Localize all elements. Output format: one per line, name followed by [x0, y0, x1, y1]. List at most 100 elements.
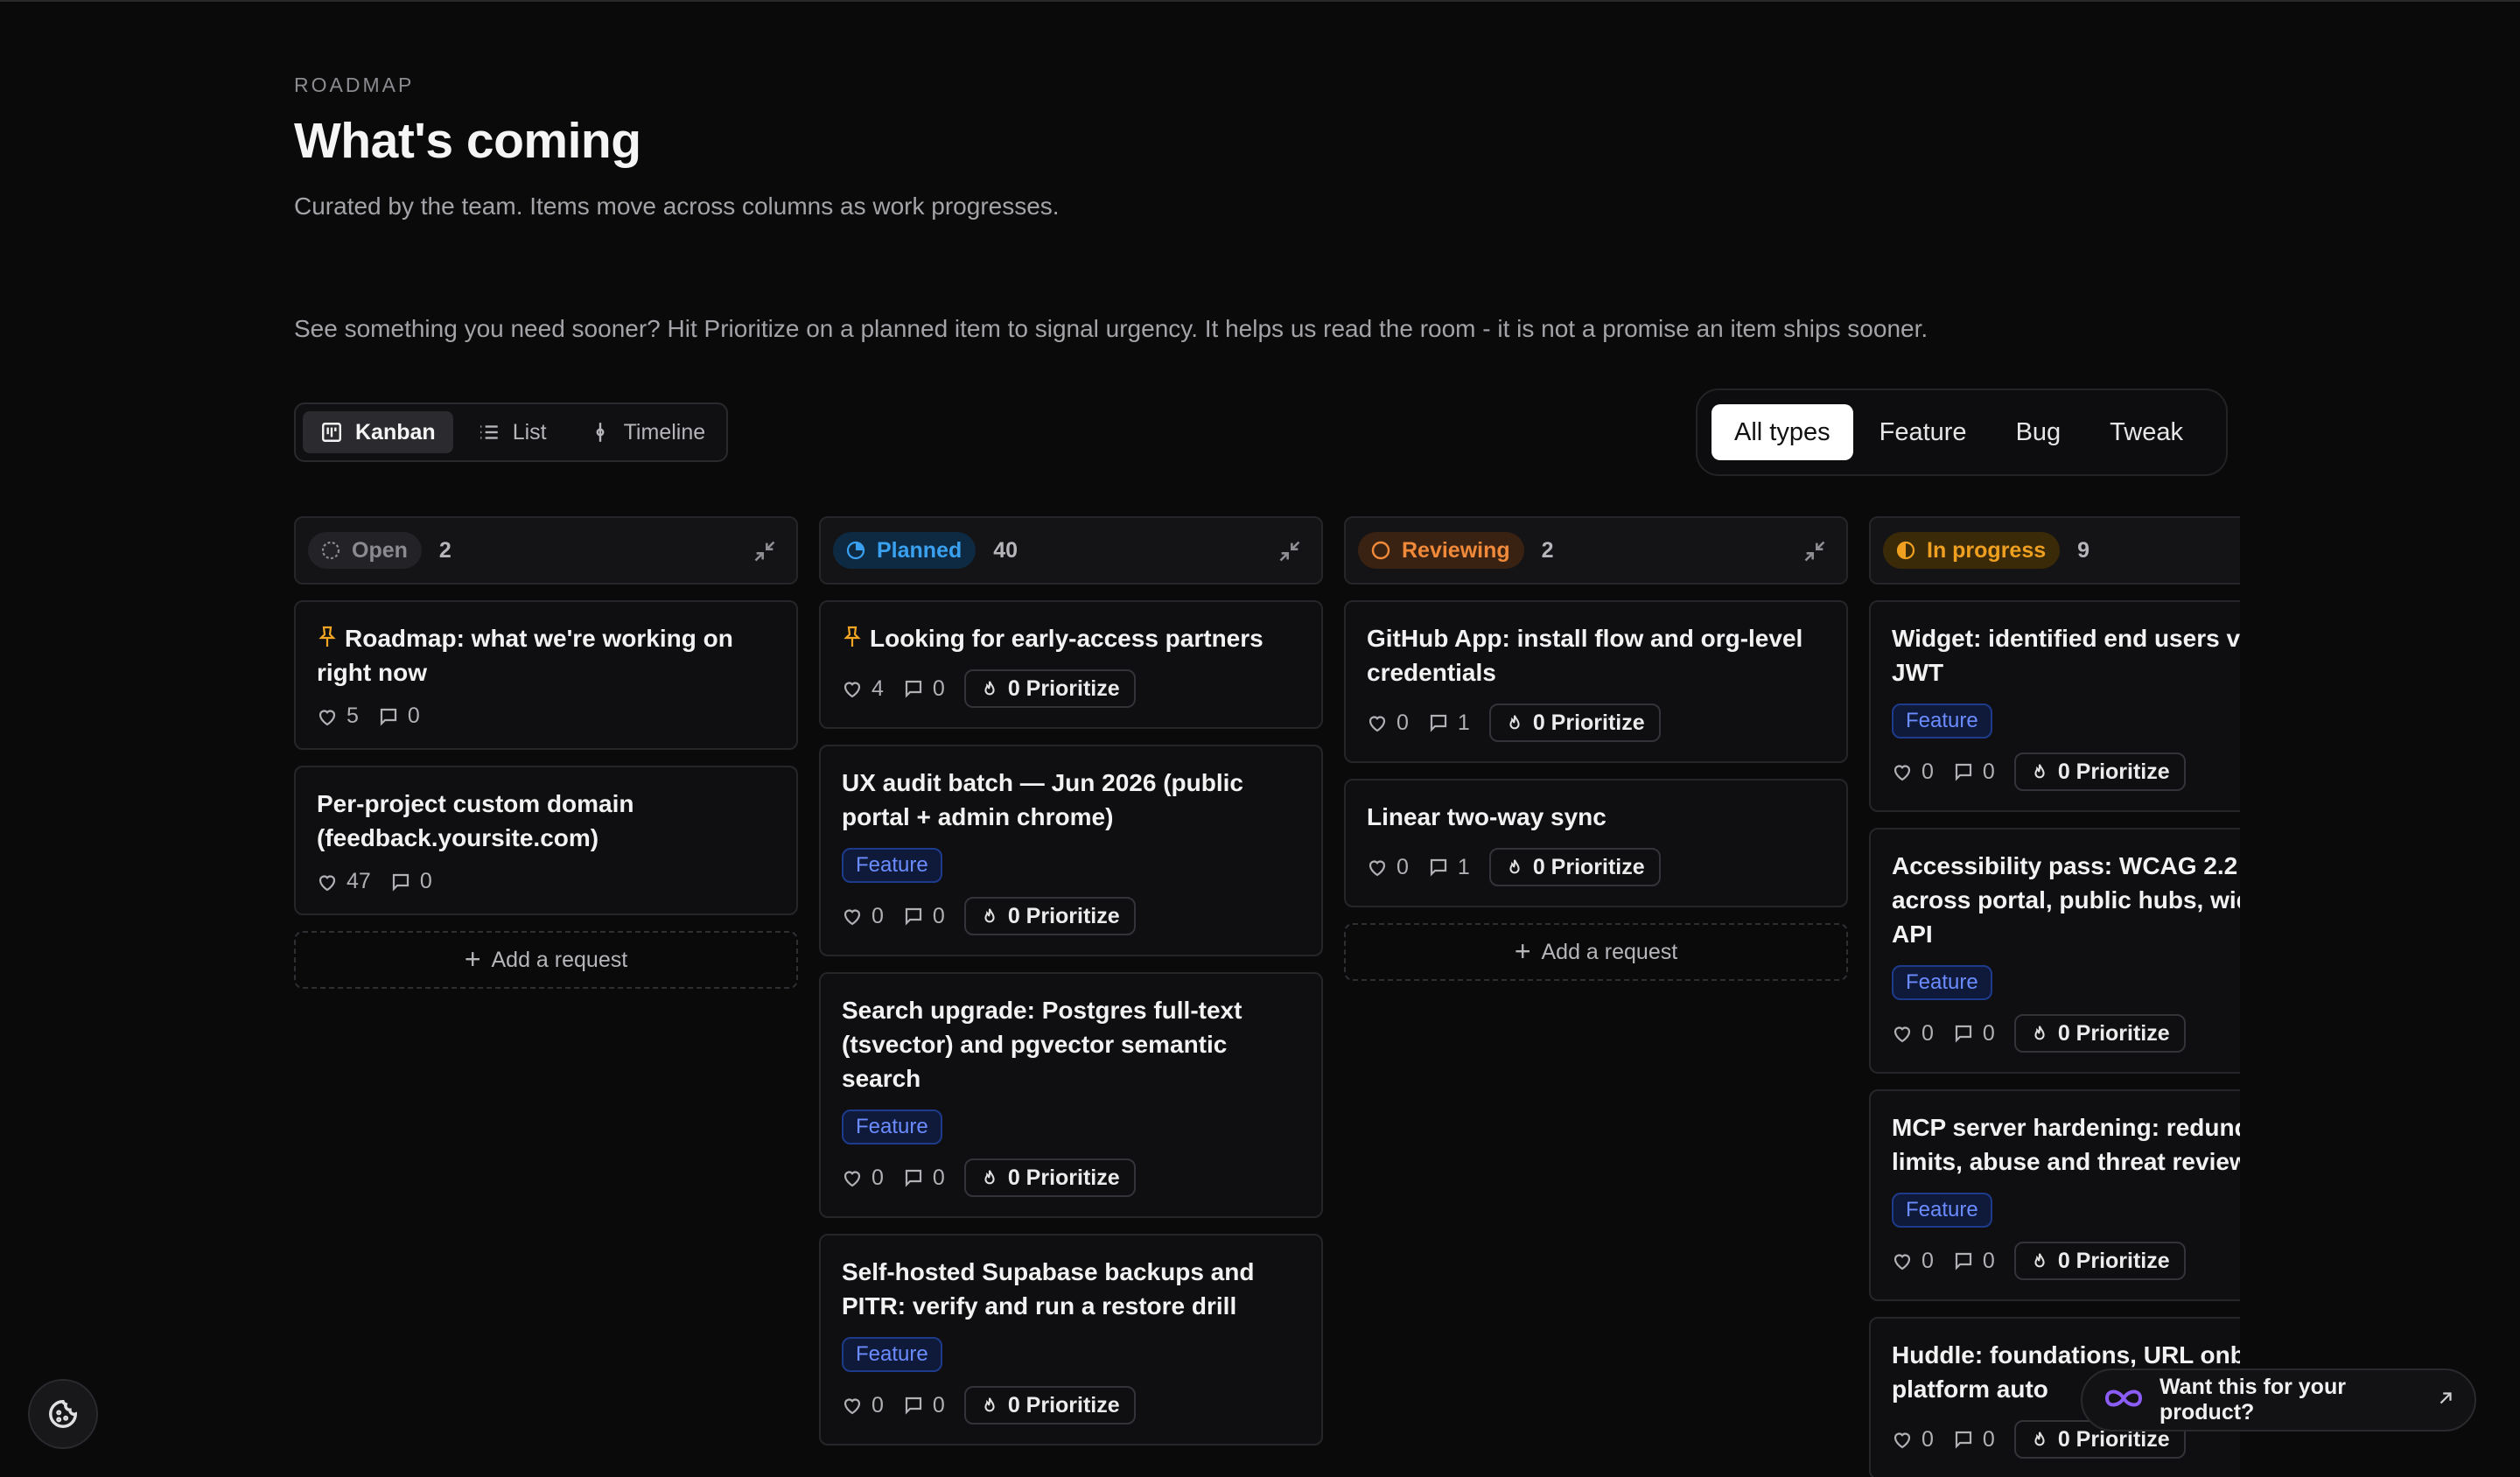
comment-count: 0 [407, 704, 420, 728]
comment-button[interactable]: 0 [378, 704, 420, 729]
comment-button[interactable]: 0 [903, 1166, 945, 1191]
card-title: Looking for early-access partners [842, 621, 1300, 655]
comment-count: 1 [1457, 854, 1470, 879]
add-request-label: Add a request [491, 947, 628, 972]
request-card[interactable]: Roadmap: what we're working on right now… [294, 600, 798, 750]
like-button[interactable]: 0 [1892, 1427, 1934, 1452]
request-card[interactable]: Accessibility pass: WCAG 2.2 AA across p… [1869, 828, 2240, 1074]
request-card[interactable]: GitHub App: install flow and org-level c… [1344, 600, 1848, 763]
prioritize-button[interactable]: 0 Prioritize [963, 1386, 1136, 1424]
like-button[interactable]: 0 [1367, 710, 1409, 736]
request-card[interactable]: MCP server hardening: redundant rate lim… [1869, 1089, 2240, 1301]
view-kanban-button[interactable]: Kanban [303, 411, 453, 453]
prioritize-button[interactable]: 0 Prioritize [2013, 752, 2186, 791]
prioritize-label: 0 Prioritize [1007, 903, 1120, 928]
heart-icon [1894, 1254, 1911, 1270]
comment-icon [1430, 714, 1447, 732]
comment-button[interactable]: 0 [390, 869, 432, 894]
request-card[interactable]: Linear two-way sync 0 1 0 Prioritize [1344, 779, 1848, 907]
prioritize-button[interactable]: 0 Prioritize [1488, 848, 1661, 886]
like-button[interactable]: 0 [1892, 760, 1934, 785]
prioritize-button[interactable]: 0 Prioritize [2013, 1014, 2186, 1053]
view-timeline-button[interactable]: Timeline [571, 411, 724, 453]
filter-tweak[interactable]: Tweak [2087, 404, 2206, 460]
comment-button[interactable]: 0 [903, 1393, 945, 1418]
column-count: 9 [2077, 537, 2090, 563]
cookie-settings-button[interactable] [28, 1379, 98, 1449]
prioritize-button[interactable]: 0 Prioritize [1488, 704, 1661, 742]
request-card[interactable]: Search upgrade: Postgres full-text (tsve… [819, 972, 1323, 1218]
like-button[interactable]: 0 [842, 1166, 884, 1191]
comment-icon [1430, 858, 1447, 877]
filter-all-types[interactable]: All types [1712, 404, 1853, 460]
comment-button[interactable]: 1 [1428, 855, 1470, 880]
column-header: Open 2 [294, 516, 798, 584]
comment-button[interactable]: 0 [1953, 1427, 1995, 1452]
roadmap-page: ROADMAP What's coming Curated by the tea… [294, 0, 2240, 1477]
status-pill-in-progress: In progress [1883, 532, 2061, 569]
card-meta: 0 0 0 Prioritize [842, 1386, 1300, 1424]
comment-icon [392, 873, 409, 892]
view-list-button[interactable]: List [460, 411, 564, 453]
like-button[interactable]: 47 [317, 869, 371, 894]
like-button[interactable]: 5 [317, 704, 359, 729]
heart-icon [318, 709, 336, 725]
card-title: GitHub App: install flow and org-level c… [1367, 625, 1803, 686]
card-title: Widget: identified end users via signed … [1892, 625, 2240, 686]
column-header: In progress 9 [1869, 516, 2240, 584]
like-button[interactable]: 0 [842, 1393, 884, 1418]
card-meta: 0 0 0 Prioritize [1892, 1014, 2240, 1053]
heart-icon [1894, 765, 1911, 781]
like-button[interactable]: 0 [1892, 1249, 1934, 1274]
like-button[interactable]: 0 [1892, 1021, 1934, 1046]
heart-icon [844, 682, 861, 698]
promo-button[interactable]: Want this for your product? [2081, 1368, 2476, 1432]
like-button[interactable]: 0 [1367, 855, 1409, 880]
filter-feature[interactable]: Feature [1857, 404, 1990, 460]
comment-button[interactable]: 1 [1428, 710, 1470, 736]
like-button[interactable]: 0 [842, 904, 884, 929]
comment-count: 0 [932, 676, 945, 701]
comment-button[interactable]: 0 [903, 904, 945, 929]
comment-count: 0 [1982, 1020, 1995, 1046]
card-title-text: Looking for early-access partners [870, 625, 1264, 652]
prioritize-button[interactable]: 0 Prioritize [963, 669, 1136, 708]
promo-label: Want this for your product? [2160, 1375, 2346, 1424]
column-in-progress: In progress 9 Widget: identified end use… [1869, 516, 2240, 1477]
card-title: Roadmap: what we're working on right now [317, 621, 775, 690]
prioritize-button[interactable]: 0 Prioritize [963, 897, 1136, 935]
collapse-column-button[interactable] [752, 539, 777, 564]
column-header: Planned 40 [819, 516, 1323, 584]
add-request-button[interactable]: + Add a request [1344, 923, 1848, 981]
comment-button[interactable]: 0 [1953, 760, 1995, 785]
request-card[interactable]: Looking for early-access partners 4 0 0 … [819, 600, 1323, 729]
prioritize-button[interactable]: 0 Prioritize [2013, 1242, 2186, 1280]
card-title: Per-project custom domain (feedback.your… [317, 790, 634, 851]
request-card[interactable]: Per-project custom domain (feedback.your… [294, 766, 798, 915]
comment-icon [380, 708, 397, 726]
request-card[interactable]: Self-hosted Supabase backups and PITR: v… [819, 1234, 1323, 1446]
request-card[interactable]: UX audit batch — Jun 2026 (public portal… [819, 745, 1323, 956]
request-card[interactable]: Widget: identified end users via signed … [1869, 600, 2240, 812]
comment-count: 0 [419, 869, 432, 893]
comment-button[interactable]: 0 [1953, 1249, 1995, 1274]
comment-icon [1955, 763, 1972, 781]
flame-icon [984, 681, 995, 696]
filter-bug[interactable]: Bug [1993, 404, 2084, 460]
add-request-button[interactable]: + Add a request [294, 931, 798, 989]
collapse-column-button[interactable] [1278, 539, 1302, 564]
comment-count: 0 [932, 1392, 945, 1418]
pin-icon [842, 624, 863, 648]
like-count: 0 [1922, 759, 1934, 784]
comment-button[interactable]: 0 [1953, 1021, 1995, 1046]
heart-icon [844, 1171, 861, 1187]
like-count: 0 [1922, 1020, 1934, 1046]
like-button[interactable]: 4 [842, 676, 884, 702]
column-planned: Planned 40 Looking for early-access part… [819, 516, 1323, 1446]
comment-button[interactable]: 0 [903, 676, 945, 702]
collapse-column-button[interactable] [1802, 539, 1827, 564]
type-tag: Feature [842, 1110, 942, 1144]
page-eyebrow: ROADMAP [294, 74, 415, 96]
prioritize-button[interactable]: 0 Prioritize [963, 1158, 1136, 1197]
view-switcher: Kanban List Timeline [294, 402, 728, 462]
